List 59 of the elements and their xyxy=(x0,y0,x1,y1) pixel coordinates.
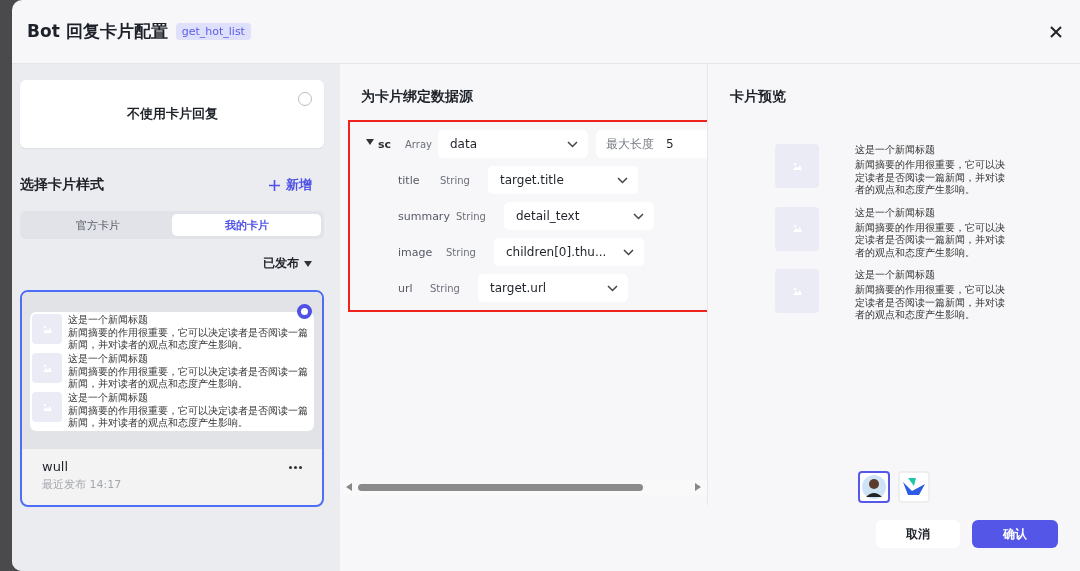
card-template[interactable]: 这是一个新闻标题 新闻摘要的作用很重要，它可以决定读者是否阅读一篇新闻，并对读者的观点和态度产生影响。 这是一个新闻标题 新闻摘要的作用很重要，它可以决定读者是否阅读一篇新闻，并对读者的观点和态度产生影响。 这是一个新闻标题 新闻摘要的作用很重要，它可以决定读者是否阅读一篇新闻，并对读者的观点和态度产生影响。 wull 最近发布 14:17 xyxy=(20,290,324,507)
field-name: sc xyxy=(378,137,393,151)
avatar-icon xyxy=(862,475,886,499)
source-select[interactable]: target.url xyxy=(478,274,628,302)
confirm-button[interactable]: 确认 xyxy=(972,520,1058,548)
cancel-button[interactable]: 取消 xyxy=(876,520,960,548)
news-summary: 新闻摘要的作用很重要，它可以决定读者是否阅读一篇新闻，并对读者的观点和态度产生影响。 xyxy=(68,405,309,429)
chevron-down-icon xyxy=(633,212,644,220)
add-button[interactable]: 新增 xyxy=(267,174,322,196)
caret-icon xyxy=(366,139,374,145)
chevron-down-icon xyxy=(623,248,634,256)
field-name: title xyxy=(398,173,421,187)
news-summary: 新闻摘要的作用很重要，它可以决定读者是否阅读一篇新闻，并对读者的观点和态度产生影响。 xyxy=(68,366,309,390)
news-title: 这是一个新闻标题 xyxy=(68,392,149,404)
scroll-left-icon[interactable] xyxy=(346,483,352,491)
status-filter[interactable]: 已发布 xyxy=(261,253,324,274)
news-title: 这是一个新闻标题 xyxy=(68,314,149,326)
field-type: String xyxy=(446,246,477,258)
source-select[interactable]: detail_text xyxy=(504,202,654,230)
source-select[interactable]: children[0].thu... xyxy=(494,238,644,266)
news-title: 这是一个新闻标题 xyxy=(855,269,936,281)
field-type: Array xyxy=(405,138,433,150)
chevron-down-icon xyxy=(567,140,578,148)
chevron-down-icon xyxy=(607,284,618,292)
field-type: String xyxy=(440,174,471,186)
news-summary: 新闻摘要的作用很重要，它可以决定读者是否阅读一篇新闻，并对读者的观点和态度产生影响。 xyxy=(855,284,1006,322)
field-type: String xyxy=(430,282,461,294)
logo-option[interactable] xyxy=(898,471,930,503)
plus-icon xyxy=(269,179,280,191)
source-select[interactable]: target.title xyxy=(488,166,638,194)
close-icon xyxy=(1049,24,1063,39)
field-name: image xyxy=(398,245,434,259)
avatar-option[interactable] xyxy=(858,471,890,503)
logo-icon xyxy=(902,476,926,498)
field-name: summary xyxy=(398,209,451,223)
section-title: 为卡片绑定数据源 xyxy=(361,88,474,106)
chevron-down-icon xyxy=(617,176,628,184)
tool-tag: get_hot_list xyxy=(175,23,251,40)
max-length-field[interactable]: 最大长度 5 xyxy=(596,130,707,158)
tab[interactable]: 官方卡片 xyxy=(23,214,172,236)
news-title: 这是一个新闻标题 xyxy=(855,206,936,219)
news-summary: 新闻摘要的作用很重要，它可以决定读者是否阅读一篇新闻，并对读者的观点和态度产生影响。 xyxy=(855,221,1006,259)
news-summary: 新闻摘要的作用很重要，它可以决定读者是否阅读一篇新闻，并对读者的观点和态度产生影响。 xyxy=(855,159,1006,197)
radio-button[interactable] xyxy=(298,92,312,106)
no-card-option[interactable]: 不使用卡片回复 xyxy=(20,80,324,148)
news-title: 这是一个新闻标题 xyxy=(68,353,149,365)
scroll-right-icon[interactable] xyxy=(695,483,701,491)
field-type: String xyxy=(456,210,487,222)
section-title: 卡片预览 xyxy=(730,88,787,106)
news-title: 这是一个新闻标题 xyxy=(855,144,936,156)
publish-time: 最近发布 14:17 xyxy=(42,477,122,492)
source-select[interactable]: data xyxy=(438,130,588,158)
card-name: wull xyxy=(42,459,70,474)
dialog-title: Bot 回复卡片配置 xyxy=(27,20,168,43)
caret-icon xyxy=(304,260,312,267)
field-name: url xyxy=(398,281,414,295)
tab[interactable]: 我的卡片 xyxy=(172,214,321,236)
section-title: 选择卡片样式 xyxy=(20,176,104,194)
news-summary: 新闻摘要的作用很重要，它可以决定读者是否阅读一篇新闻，并对读者的观点和态度产生影响。 xyxy=(68,327,309,351)
